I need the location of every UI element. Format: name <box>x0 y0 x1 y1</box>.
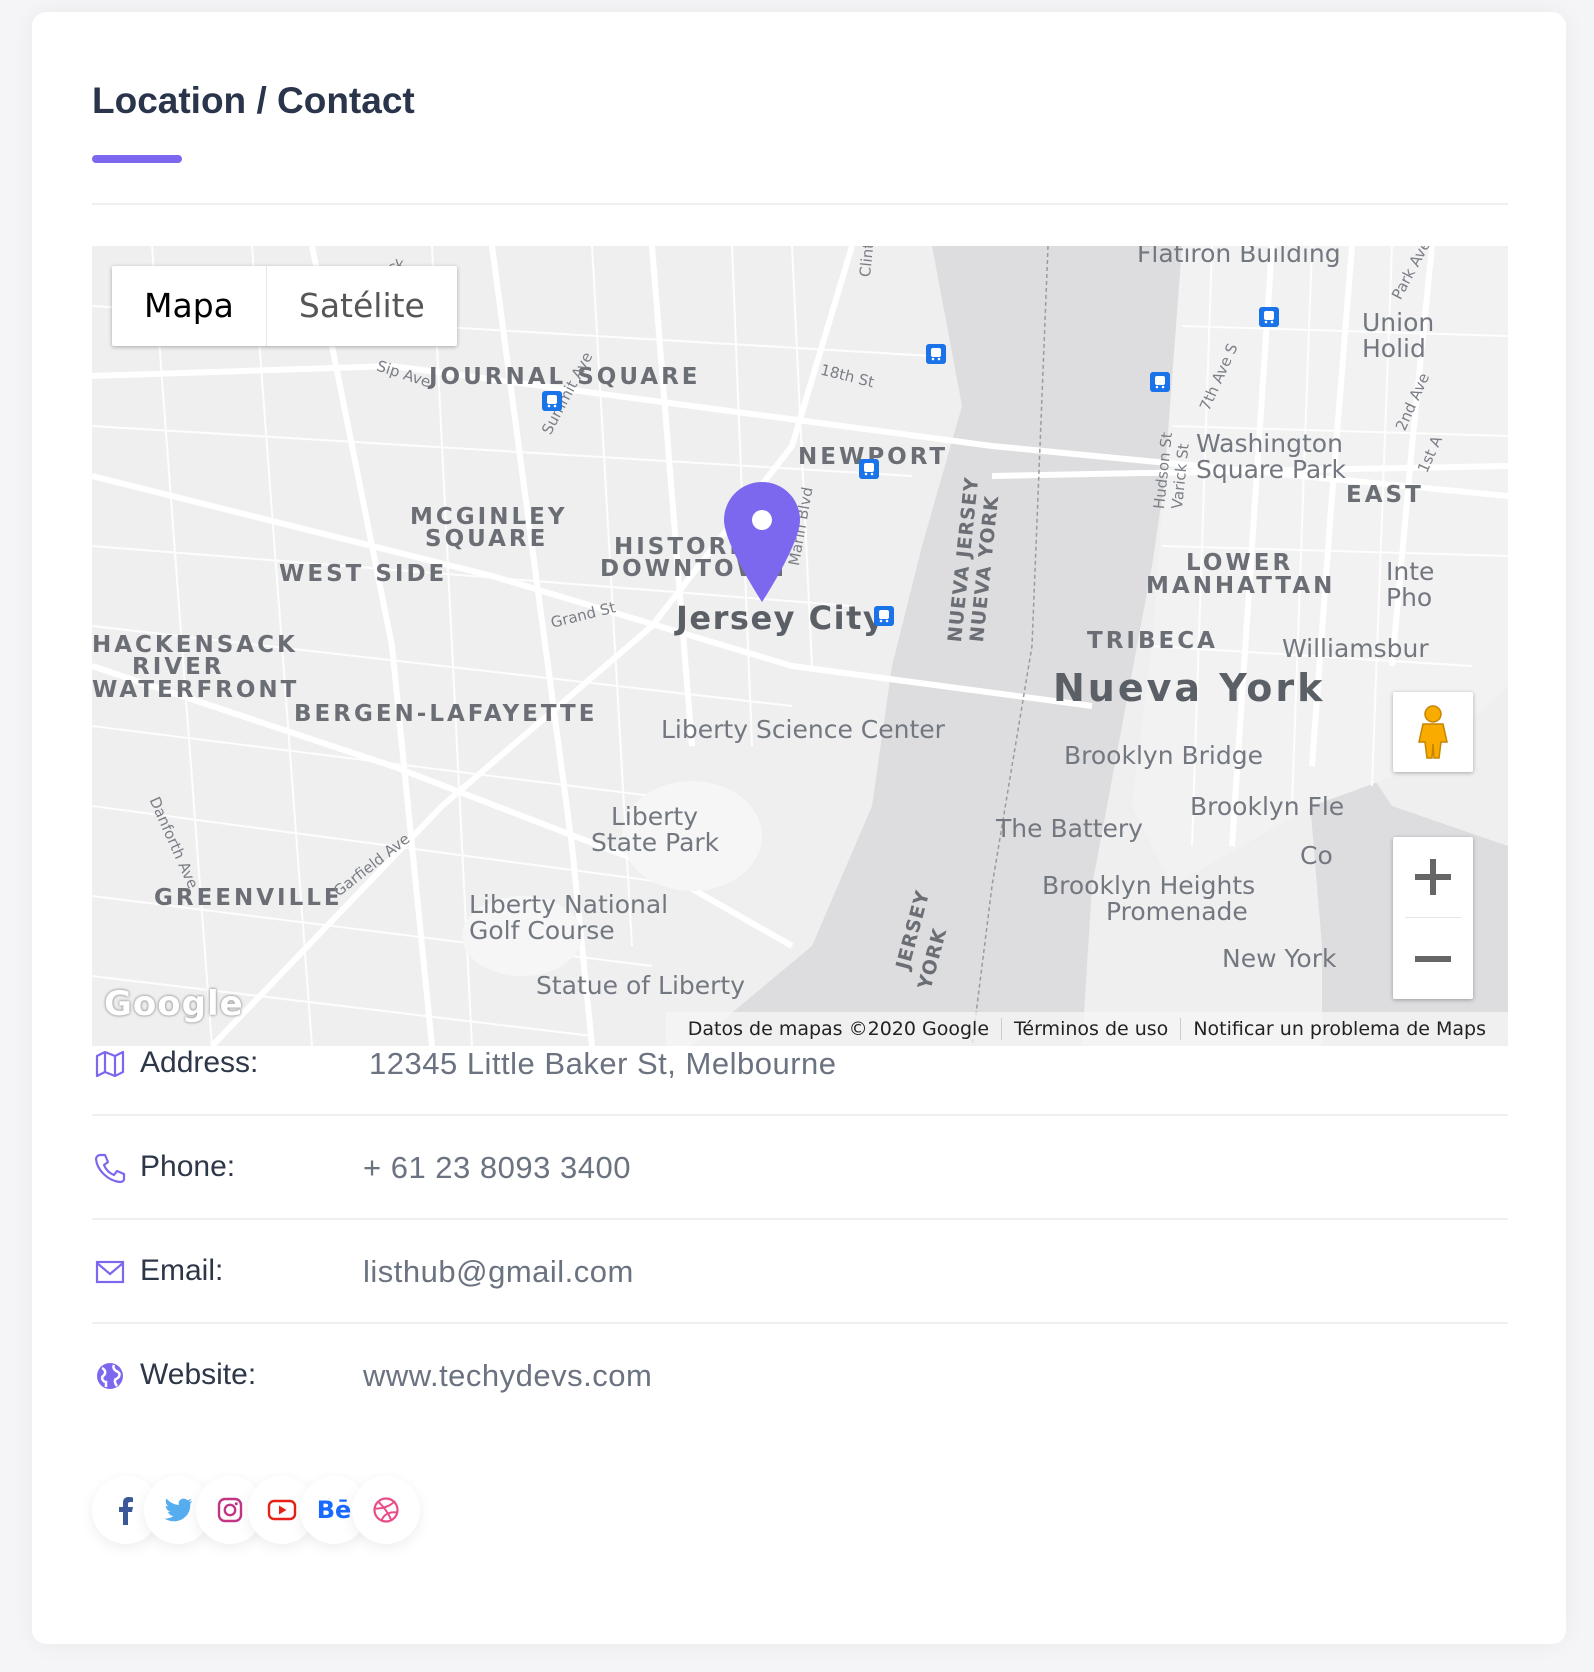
location-contact-card: Location / Contact JOURNAL SQUARE NEWPOR… <box>32 12 1566 1644</box>
divider <box>92 203 1508 205</box>
facebook-icon <box>119 1497 133 1525</box>
map-label-mcginley-2: SQUARE <box>425 526 549 552</box>
map-label-co: Co <box>1300 841 1333 870</box>
behance-icon: Bē <box>316 1496 352 1524</box>
dribbble-icon <box>373 1497 399 1523</box>
transit-station-icon[interactable] <box>1258 306 1280 328</box>
map-label-liberty-park: Liberty <box>611 802 698 831</box>
map-label-waterfront: WATERFRONT <box>92 677 300 703</box>
transit-station-icon[interactable] <box>1149 371 1171 393</box>
map-label-flatiron: Flatiron Building <box>1137 246 1341 268</box>
map-label-inte: Inte <box>1386 557 1435 586</box>
website-value[interactable]: www.techydevs.com <box>363 1358 652 1394</box>
map-label-west-side: WEST SIDE <box>279 561 448 587</box>
zoom-out-button[interactable] <box>1393 919 1473 999</box>
transit-station-icon[interactable] <box>858 458 880 480</box>
map-label-state-park: State Park <box>591 828 720 857</box>
map-label-new-york: New York <box>1222 944 1337 973</box>
map-label-east: EAST <box>1346 482 1424 508</box>
website-label: Website: <box>140 1358 257 1391</box>
phone-row: Phone: + 61 23 8093 3400 <box>92 1116 1508 1220</box>
map-label-brooklyn-bridge: Brooklyn Bridge <box>1064 741 1263 770</box>
pegman-icon <box>1418 705 1448 759</box>
map-label-williamsburg: Williamsbur <box>1282 634 1429 663</box>
zoom-control <box>1393 837 1473 999</box>
map-label-the-battery: The Battery <box>996 814 1143 843</box>
website-row: Website: www.techydevs.com <box>92 1324 1508 1428</box>
map-label-bergen-lafayette: BERGEN-LAFAYETTE <box>294 701 598 727</box>
map-label-holid: Holid <box>1362 334 1426 363</box>
address-row: Address: 12345 Little Baker St, Melbourn… <box>92 1012 1508 1116</box>
minus-icon <box>1415 956 1451 962</box>
street-view-button[interactable] <box>1393 692 1473 772</box>
map-label-manhattan: MANHATTAN <box>1146 573 1336 599</box>
map-label-washington: Washington <box>1196 429 1343 458</box>
map-label-tribeca: TRIBECA <box>1087 628 1218 654</box>
transit-station-icon[interactable] <box>925 343 947 365</box>
email-label: Email: <box>140 1254 224 1287</box>
map-label-greenville: GREENVILLE <box>154 885 343 911</box>
twitter-icon <box>164 1498 192 1522</box>
mail-icon <box>95 1260 125 1284</box>
instagram-icon <box>217 1497 243 1523</box>
map-type-mapa-button[interactable]: Mapa <box>112 266 266 346</box>
map-label-square-park: Square Park <box>1196 455 1346 484</box>
map-label-golf-course: Golf Course <box>469 916 615 945</box>
title-underline <box>92 155 182 163</box>
map-label-liberty-science: Liberty Science Center <box>661 715 945 744</box>
youtube-icon <box>267 1499 297 1521</box>
address-value: 12345 Little Baker St, Melbourne <box>369 1046 837 1081</box>
map-label-brooklyn-heights: Brooklyn Heights <box>1042 871 1256 900</box>
location-pin-icon[interactable] <box>724 482 800 602</box>
map-label-liberty-national: Liberty National <box>469 890 669 919</box>
globe-icon <box>97 1363 123 1389</box>
dribbble-link[interactable] <box>352 1476 420 1544</box>
map-label-pho: Pho <box>1386 583 1433 612</box>
map-label-statue: Statue of Liberty <box>536 971 746 1000</box>
map-label-union: Union <box>1362 308 1435 337</box>
google-map[interactable]: JOURNAL SQUARE NEWPORT MCGINLEY SQUARE W… <box>92 246 1508 1046</box>
phone-value[interactable]: + 61 23 8093 3400 <box>363 1150 631 1186</box>
zoom-in-button[interactable] <box>1393 837 1473 917</box>
map-type-satellite-button[interactable]: Satélite <box>265 266 457 346</box>
section-title: Location / Contact <box>92 80 415 121</box>
map-label-promenade: Promenade <box>1106 897 1248 926</box>
phone-label: Phone: <box>140 1150 236 1183</box>
map-icon <box>95 1050 125 1078</box>
address-label: Address: <box>140 1046 259 1079</box>
email-value[interactable]: listhub@gmail.com <box>363 1254 634 1290</box>
map-label-brooklyn-flea: Brooklyn Fle <box>1190 792 1345 821</box>
map-label-jersey-city: Jersey City <box>676 599 886 637</box>
transit-station-icon[interactable] <box>541 390 563 412</box>
map-label-nueva-york: Nueva York <box>1053 666 1326 710</box>
phone-icon <box>94 1153 126 1184</box>
map-type-control: Mapa Satélite <box>112 266 457 346</box>
email-row: Email: listhub@gmail.com <box>92 1220 1508 1324</box>
transit-station-icon[interactable] <box>873 605 895 627</box>
